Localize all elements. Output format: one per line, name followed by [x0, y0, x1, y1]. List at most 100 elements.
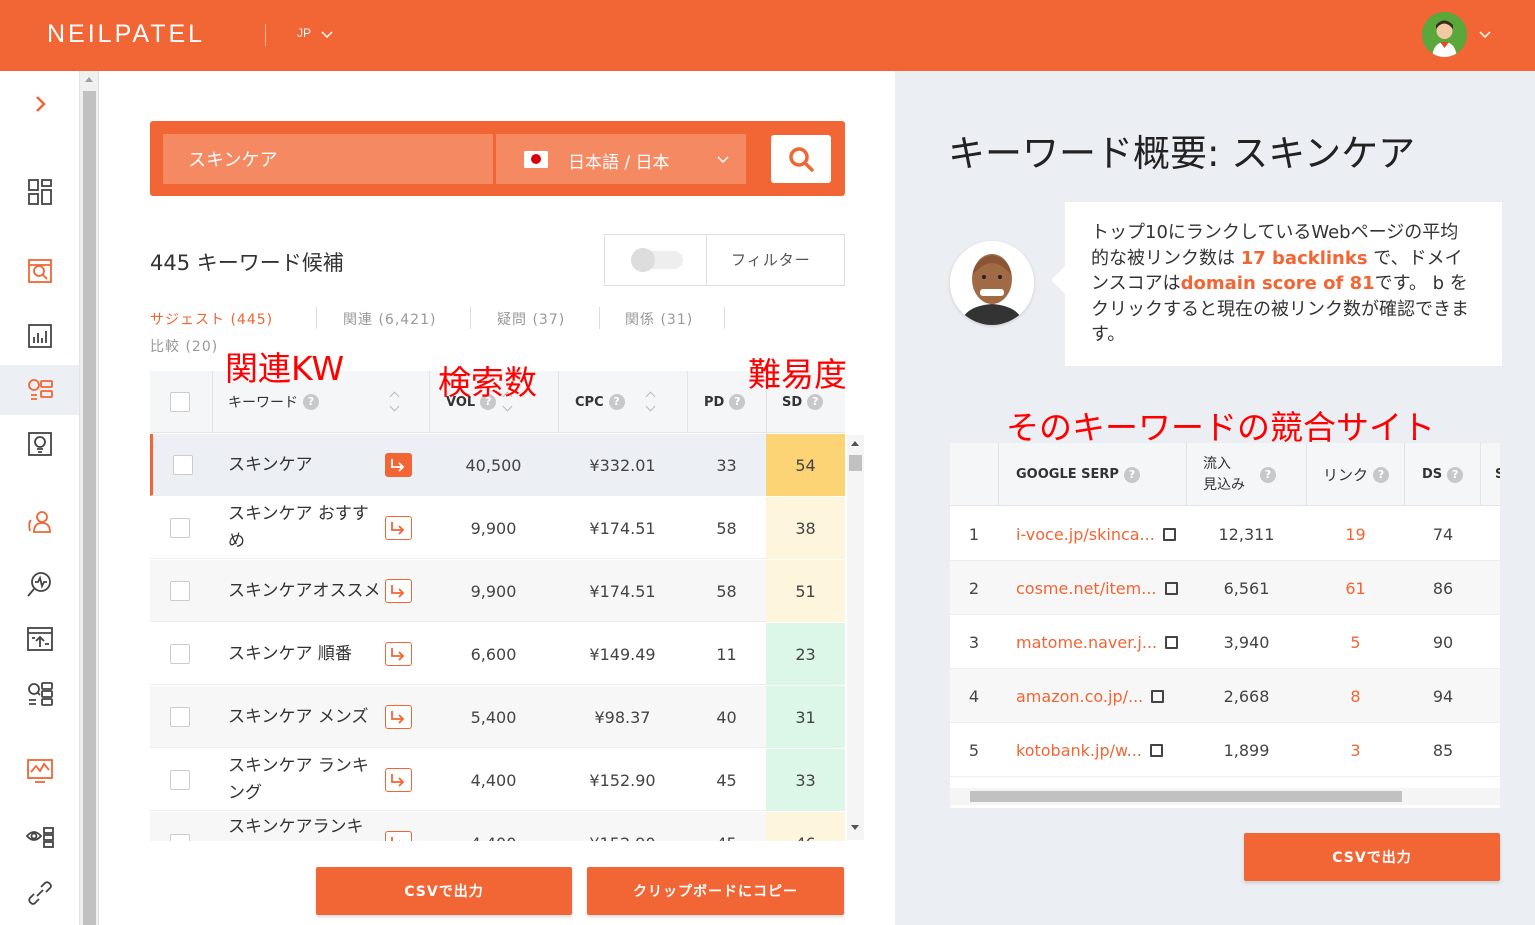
row-checkbox[interactable] [170, 749, 190, 811]
help-icon[interactable]: ? [303, 394, 319, 410]
table-scrollbar[interactable] [847, 435, 864, 840]
content-ideas-icon[interactable] [0, 419, 79, 469]
rank-tracking-icon[interactable] [0, 614, 79, 664]
links-cell[interactable]: 3 [1307, 723, 1404, 777]
language-selector[interactable]: JP [297, 26, 311, 40]
chevron-down-icon[interactable] [320, 27, 334, 41]
external-link-icon[interactable] [1149, 743, 1163, 757]
serp-horizontal-scrollbar[interactable] [950, 788, 1500, 805]
backlinks-icon[interactable] [0, 668, 79, 718]
serp-url-cell[interactable]: cosme.net/item... [1016, 561, 1178, 615]
serp-url-cell[interactable]: matome.naver.j... [1016, 615, 1179, 669]
serp-url-cell[interactable]: kotobank.jp/w... [1016, 723, 1163, 777]
table-row[interactable]: スキンケア メンズ 5,400 ¥98.37 40 31 [150, 686, 845, 748]
open-keyword-icon[interactable] [385, 705, 412, 729]
links-cell[interactable]: 8 [1307, 669, 1404, 723]
expand-sidebar-icon[interactable] [0, 79, 79, 129]
open-keyword-icon[interactable] [385, 768, 412, 792]
rank-cell: 5 [968, 740, 980, 760]
help-icon[interactable]: ? [1373, 466, 1390, 483]
filter-button[interactable]: フィルター [731, 249, 811, 270]
scroll-down-icon[interactable] [851, 825, 859, 830]
help-icon[interactable]: ? [1260, 466, 1276, 483]
site-audit-icon[interactable] [0, 559, 79, 609]
open-keyword-icon[interactable] [385, 453, 412, 477]
row-checkbox[interactable] [170, 560, 190, 622]
help-icon[interactable]: ? [1123, 466, 1140, 483]
scroll-up-icon[interactable] [851, 441, 859, 446]
language-dropdown[interactable]: 日本語 / 日本 [496, 134, 746, 184]
open-keyword-icon[interactable] [385, 579, 412, 603]
open-keyword-icon[interactable] [385, 642, 412, 666]
tab-questions[interactable]: 疑問 (37) [497, 309, 565, 329]
serp-url[interactable]: kotobank.jp/w... [1016, 741, 1142, 760]
csv-export-button[interactable]: CSVで出力 [316, 867, 572, 915]
tab-comparisons[interactable]: 比較 (20) [150, 336, 218, 356]
row-checkbox[interactable] [170, 812, 190, 841]
external-link-icon[interactable] [1164, 581, 1178, 595]
filter-toggle[interactable] [631, 248, 683, 272]
reports-icon[interactable] [0, 746, 79, 796]
external-link-icon[interactable] [1151, 689, 1165, 703]
ds-cell: 90 [1432, 632, 1454, 652]
serp-row[interactable]: 2 cosme.net/item... 6,561 61 86 [950, 561, 1500, 615]
scroll-up-icon[interactable] [85, 77, 93, 82]
serp-url-cell[interactable]: i-voce.jp/skinca... [1016, 507, 1176, 561]
serp-url[interactable]: i-voce.jp/skinca... [1016, 525, 1155, 544]
help-icon[interactable]: ? [1447, 466, 1464, 483]
external-link-icon[interactable] [1165, 635, 1179, 649]
table-row[interactable]: スキンケアランキ 4,400 ¥152.90 45 46 [150, 812, 845, 841]
visibility-icon[interactable] [0, 813, 79, 863]
serp-url[interactable]: cosme.net/item... [1016, 579, 1157, 598]
tab-related[interactable]: 関連 (6,421) [343, 309, 436, 329]
sort-icon[interactable] [645, 391, 657, 413]
dashboard-icon[interactable] [0, 167, 79, 217]
table-row[interactable]: スキンケア 40,500 ¥332.01 33 54 [150, 434, 845, 496]
serp-url-cell[interactable]: amazon.co.jp/... [1016, 669, 1165, 723]
sort-icon[interactable] [389, 391, 401, 413]
row-checkbox[interactable] [170, 686, 190, 748]
table-row[interactable]: スキンケアオススメ 9,900 ¥174.51 58 51 [150, 560, 845, 622]
logo[interactable]: NEILPATEL [47, 20, 205, 49]
traffic-analyzer-icon[interactable] [0, 246, 79, 296]
serp-url[interactable]: matome.naver.j... [1016, 633, 1157, 652]
keyword-ideas-icon[interactable] [0, 365, 79, 415]
help-icon[interactable]: ? [608, 394, 625, 410]
help-icon[interactable]: ? [729, 394, 746, 410]
table-row[interactable]: スキンケア 順番 6,600 ¥149.49 11 23 [150, 623, 845, 685]
open-keyword-icon[interactable] [385, 831, 412, 841]
links-cell[interactable]: 19 [1307, 507, 1404, 561]
page-scrollbar[interactable] [80, 71, 99, 925]
serp-url[interactable]: amazon.co.jp/... [1016, 687, 1143, 706]
tab-prepositions[interactable]: 関係 (31) [625, 309, 693, 329]
external-link-icon[interactable] [1162, 527, 1176, 541]
table-row[interactable]: スキンケア おすすめ 9,900 ¥174.51 58 38 [150, 497, 845, 559]
link-icon[interactable] [0, 868, 79, 918]
chart-icon[interactable] [0, 311, 79, 361]
cpc-column-header[interactable]: CPC? [575, 371, 685, 433]
serp-csv-export-button[interactable]: CSVで出力 [1244, 833, 1500, 881]
serp-row[interactable]: 3 matome.naver.j... 3,940 5 90 [950, 615, 1500, 669]
row-checkbox[interactable] [173, 434, 193, 496]
user-avatar[interactable] [1422, 12, 1467, 57]
links-cell[interactable]: 61 [1307, 561, 1404, 615]
links-cell[interactable]: 5 [1307, 615, 1404, 669]
serp-row[interactable]: 1 i-voce.jp/skinca... 12,311 19 74 [950, 507, 1500, 561]
row-checkbox[interactable] [170, 623, 190, 685]
scrollbar-thumb[interactable] [849, 455, 862, 471]
search-input[interactable] [163, 134, 493, 184]
chevron-down-icon[interactable] [1478, 27, 1492, 41]
table-row[interactable]: スキンケア ランキング 4,400 ¥152.90 45 33 [150, 749, 845, 811]
tab-suggest[interactable]: サジェスト (445) [150, 309, 273, 329]
scrollbar-thumb[interactable] [970, 791, 1402, 802]
open-keyword-icon[interactable] [385, 516, 412, 540]
scrollbar-thumb[interactable] [83, 91, 96, 925]
serp-row[interactable]: 4 amazon.co.jp/... 2,668 8 94 [950, 669, 1500, 723]
serp-row[interactable]: 5 kotobank.jp/w... 1,899 3 85 [950, 723, 1500, 777]
copy-clipboard-button[interactable]: クリップボードにコピー [587, 867, 844, 915]
users-icon[interactable] [0, 497, 79, 547]
help-icon[interactable]: ? [807, 394, 824, 410]
search-button[interactable] [771, 135, 831, 183]
select-all-checkbox[interactable] [170, 371, 200, 433]
row-checkbox[interactable] [170, 497, 190, 559]
